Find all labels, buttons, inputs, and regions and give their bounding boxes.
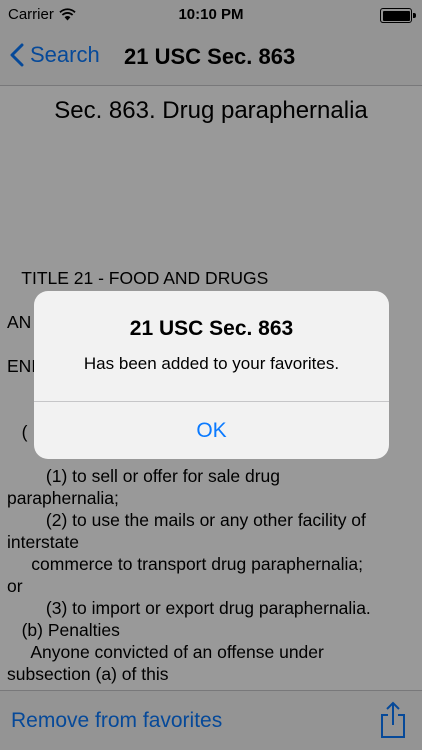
alert-title: 21 USC Sec. 863 xyxy=(129,317,294,340)
favorites-alert: 21 USC Sec. 863 Has been added to your f… xyxy=(34,291,389,459)
alert-message: Has been added to your favorites. xyxy=(83,354,340,373)
alert-ok-button[interactable]: OK xyxy=(34,402,389,459)
